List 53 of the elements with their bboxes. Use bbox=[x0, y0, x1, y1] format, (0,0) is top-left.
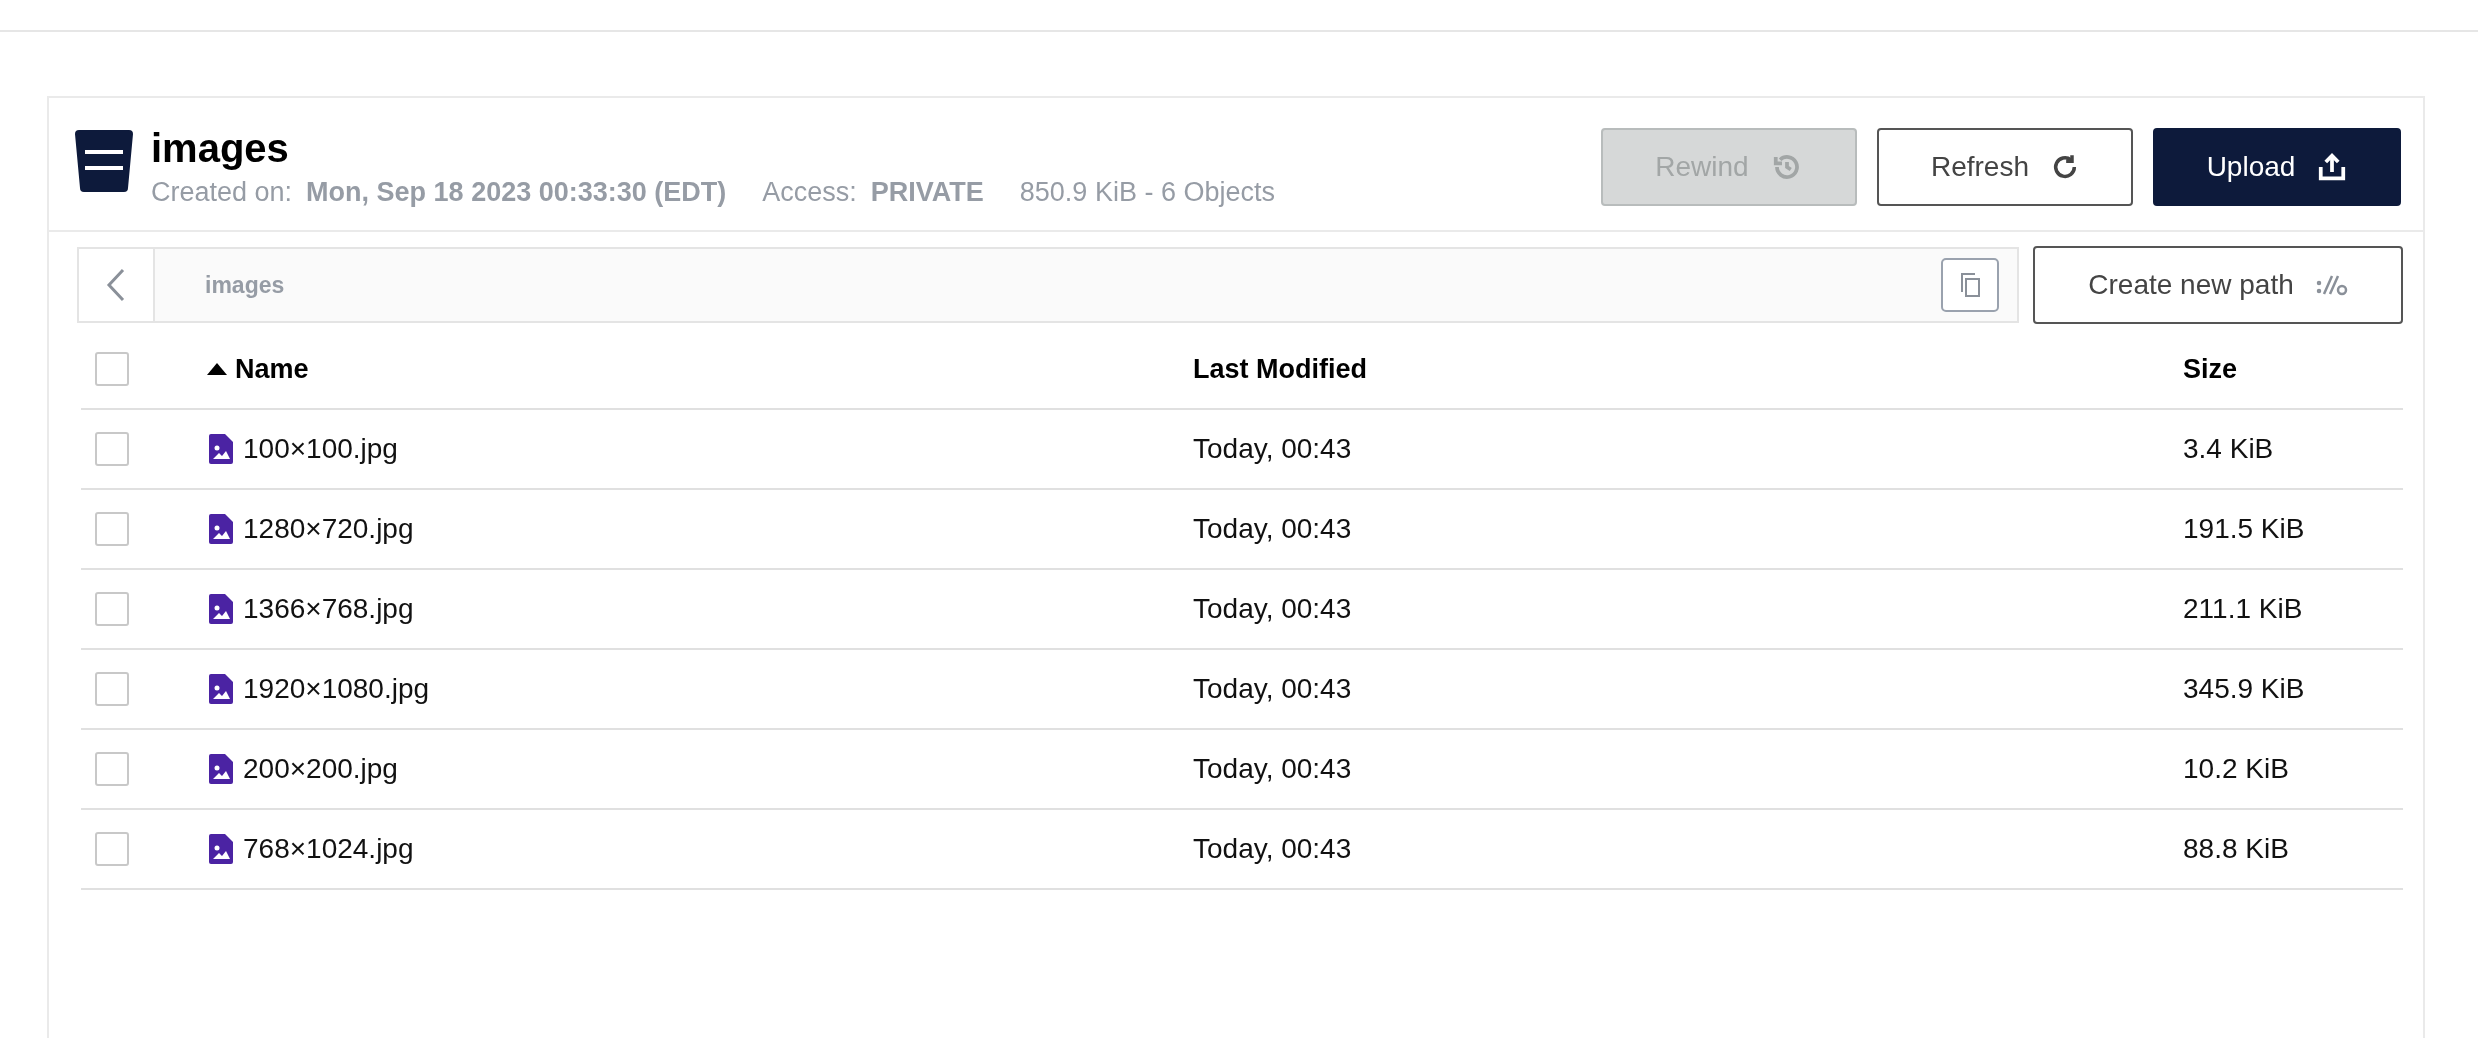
row-checkbox[interactable] bbox=[95, 432, 129, 466]
path-text: images bbox=[205, 271, 286, 299]
file-name[interactable]: 100×100.jpg bbox=[243, 433, 398, 465]
modified-cell: Today, 00:43 bbox=[1193, 753, 1352, 785]
column-header[interactable]: Size bbox=[2183, 353, 2403, 385]
image-file-icon bbox=[209, 434, 233, 464]
access-label: Access: bbox=[762, 177, 857, 208]
modified-cell: Today, 00:43 bbox=[1193, 513, 1352, 545]
size-cell: 345.9 KiB bbox=[2183, 673, 2305, 705]
modified-cell: Today, 00:43 bbox=[1193, 673, 1352, 705]
file-name[interactable]: 1280×720.jpg bbox=[243, 513, 414, 545]
row-checkbox[interactable] bbox=[95, 592, 129, 626]
back-button[interactable] bbox=[79, 249, 155, 321]
modified-cell: Today, 00:43 bbox=[1193, 833, 1352, 865]
size-cell: 211.1 KiB bbox=[2183, 593, 2303, 625]
file-name[interactable]: 1366×768.jpg bbox=[243, 593, 414, 625]
modified-cell: Today, 00:43 bbox=[1193, 433, 1352, 465]
file-name[interactable]: 200×200.jpg bbox=[243, 753, 398, 785]
path-icon bbox=[2315, 274, 2348, 296]
image-file-icon bbox=[209, 834, 233, 864]
sort-up-icon bbox=[207, 363, 227, 375]
size-cell: 3.4 KiB bbox=[2183, 433, 2274, 465]
access-value: PRIVATE bbox=[870, 177, 984, 208]
column-header[interactable]: Name bbox=[207, 353, 1193, 385]
size-cell: 88.8 KiB bbox=[2183, 833, 2289, 865]
refresh-icon bbox=[2051, 153, 2079, 181]
column-header[interactable]: Last Modified bbox=[1193, 353, 2183, 385]
image-file-icon bbox=[209, 514, 233, 544]
file-name[interactable]: 768×1024.jpg bbox=[243, 833, 414, 865]
bucket-title: images bbox=[151, 126, 290, 171]
upload-button[interactable]: Upload bbox=[2153, 128, 2401, 206]
created-label: Created on: bbox=[151, 177, 293, 208]
copy-button[interactable] bbox=[1941, 258, 1999, 312]
bucket-usage: 850.9 KiB - 6 Objects bbox=[1019, 177, 1275, 208]
size-cell: 10.2 KiB bbox=[2183, 753, 2289, 785]
image-file-icon bbox=[209, 594, 233, 624]
created-date: Mon, Sep 18 2023 00:33:30 (EDT) bbox=[306, 177, 727, 208]
back-icon bbox=[106, 268, 126, 302]
image-file-icon bbox=[209, 674, 233, 704]
refresh-button[interactable]: Refresh bbox=[1877, 128, 2133, 206]
file-name[interactable]: 1920×1080.jpg bbox=[243, 673, 430, 705]
row-checkbox[interactable] bbox=[95, 672, 129, 706]
modified-cell: Today, 00:43 bbox=[1193, 593, 1352, 625]
create-path-button[interactable]: Create new path bbox=[2033, 246, 2403, 324]
image-file-icon bbox=[209, 754, 233, 784]
row-checkbox[interactable] bbox=[95, 832, 129, 866]
select-all-checkbox[interactable] bbox=[95, 352, 129, 386]
size-cell: 191.5 KiB bbox=[2183, 513, 2305, 545]
bucket-icon bbox=[75, 130, 133, 192]
row-checkbox[interactable] bbox=[95, 752, 129, 786]
copy-icon bbox=[1959, 272, 1981, 298]
upload-icon bbox=[2317, 152, 2348, 182]
row-checkbox[interactable] bbox=[95, 512, 129, 546]
